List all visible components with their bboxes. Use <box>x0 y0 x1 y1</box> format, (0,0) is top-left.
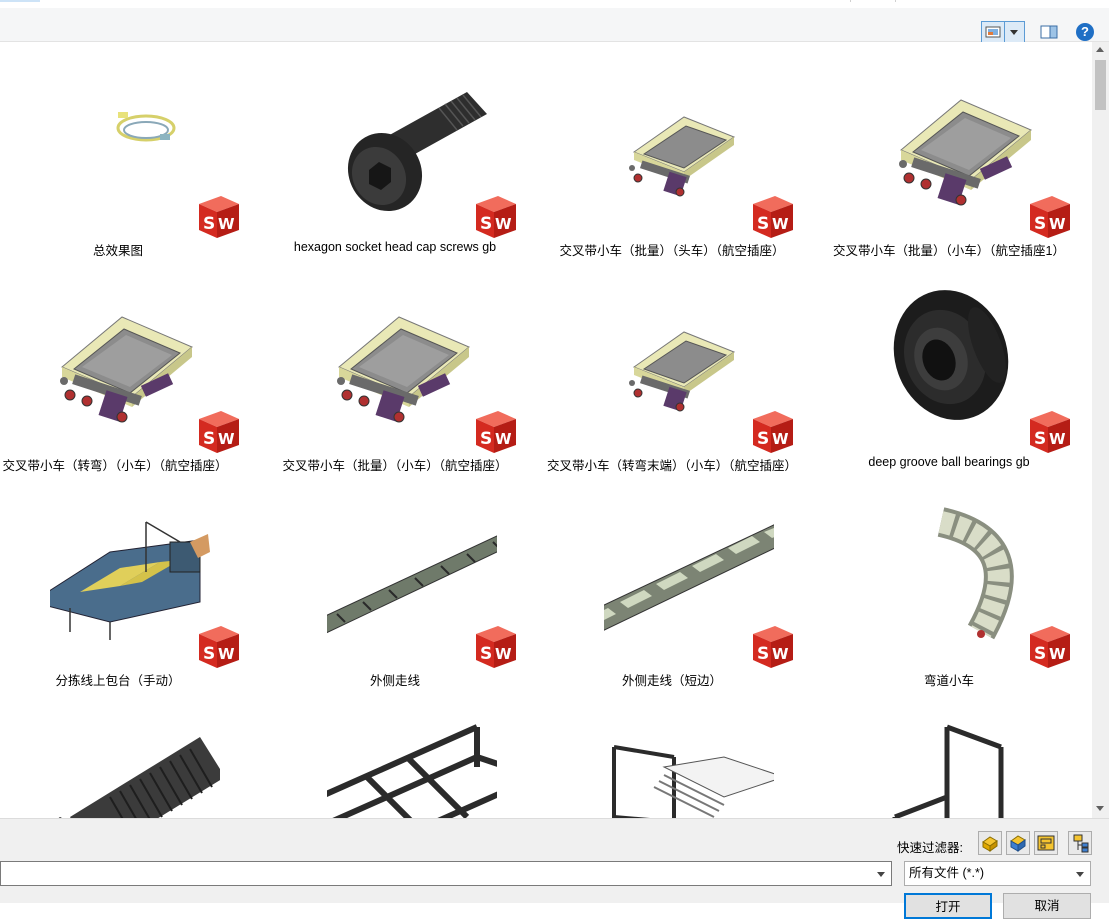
preview-pane-icon <box>1040 25 1058 39</box>
filetype-select[interactable]: 所有文件 (*.*) <box>904 861 1091 886</box>
file-thumbnail <box>327 724 497 818</box>
cancel-button[interactable]: 取消 <box>1003 893 1091 919</box>
address-refresh-edge <box>850 0 881 2</box>
thumbnail-view-icon <box>985 26 1001 38</box>
file-name: hexagon socket head cap screws gb <box>293 240 497 254</box>
filter-drawings-button[interactable] <box>1034 831 1058 855</box>
solidworks-badge-icon <box>753 411 793 453</box>
filename-combo[interactable] <box>0 861 892 886</box>
file-thumbnail <box>58 737 220 818</box>
search-box-edge <box>895 0 1109 2</box>
filter-drawings-icon <box>1037 835 1055 851</box>
solidworks-badge-icon <box>476 411 516 453</box>
file-item[interactable]: hexagon socket head cap screws gb <box>277 42 547 257</box>
file-item[interactable]: 交叉带小车（转弯）（小车）（航空插座） <box>0 257 270 473</box>
file-item[interactable]: 外侧走线 <box>277 472 547 688</box>
chevron-down-icon[interactable] <box>877 872 885 877</box>
solidworks-badge-icon <box>1030 411 1070 453</box>
solidworks-badge-icon <box>753 626 793 668</box>
help-icon[interactable]: ? <box>1076 23 1094 41</box>
file-item[interactable]: 交叉带小车（批量）（小车）（航空插座） <box>277 257 547 473</box>
file-item[interactable]: 总效果图 <box>0 42 270 258</box>
open-button[interactable]: 打开 <box>904 893 992 919</box>
file-item[interactable]: 交叉带小车（批量）（头车）（航空插座） <box>554 42 824 258</box>
solidworks-badge-icon <box>1030 196 1070 238</box>
file-item[interactable]: 分拣线上包台（手动） <box>0 472 270 688</box>
solidworks-badge-icon <box>199 196 239 238</box>
solidworks-badge-icon <box>476 626 516 668</box>
preview-pane-button[interactable] <box>1040 23 1058 41</box>
scroll-down-icon[interactable] <box>1096 806 1104 811</box>
vertical-scrollbar[interactable] <box>1092 42 1109 818</box>
file-item[interactable] <box>0 687 270 818</box>
filetype-value: 所有文件 (*.*) <box>909 866 985 880</box>
file-name: deep groove ball bearings gb <box>868 455 1030 469</box>
thumbnail-view-button[interactable] <box>981 21 1005 43</box>
address-bar-edge <box>0 0 40 2</box>
file-item[interactable]: deep groove ball bearings gb <box>831 257 1092 472</box>
filter-assemblies-button[interactable] <box>1006 831 1030 855</box>
scroll-up-icon[interactable] <box>1096 47 1104 52</box>
filter-parts-icon <box>982 836 998 852</box>
file-item[interactable]: 交叉带小车（批量）（小车）（航空插座1） <box>831 42 1092 258</box>
solidworks-badge-icon <box>476 196 516 238</box>
filter-assemblies-icon <box>1010 835 1026 852</box>
file-thumbnail <box>892 724 1004 818</box>
solidworks-badge-icon <box>753 196 793 238</box>
solidworks-badge-icon <box>199 626 239 668</box>
dialog-footer: 快速过滤器: 所有文件 (*.*) 打开 取消 <box>0 818 1109 919</box>
file-thumbnail <box>612 745 774 818</box>
filter-top-level-icon <box>1073 834 1089 853</box>
top-strip <box>0 0 1109 8</box>
view-options-dropdown[interactable] <box>1005 21 1025 43</box>
file-item[interactable] <box>277 687 547 818</box>
file-item[interactable] <box>831 687 1092 818</box>
file-item[interactable]: 外侧走线（短边） <box>554 472 824 688</box>
filter-parts-button[interactable] <box>978 831 1002 855</box>
filter-top-level-button[interactable] <box>1068 831 1092 855</box>
quick-filter-label: 快速过滤器: <box>897 841 963 855</box>
chevron-down-icon <box>1010 30 1018 35</box>
file-item[interactable] <box>554 687 824 818</box>
view-toolbar: ? <box>0 8 1109 43</box>
file-item[interactable]: 交叉带小车（转弯末端）（小车）（航空插座） <box>547 257 824 473</box>
scroll-thumb[interactable] <box>1095 60 1106 110</box>
solidworks-badge-icon <box>1030 626 1070 668</box>
chevron-down-icon <box>1076 872 1084 877</box>
solidworks-badge-icon <box>199 411 239 453</box>
file-thumbnail-grid: S W <box>0 42 1092 818</box>
file-item[interactable]: 弯道小车 <box>831 472 1092 688</box>
